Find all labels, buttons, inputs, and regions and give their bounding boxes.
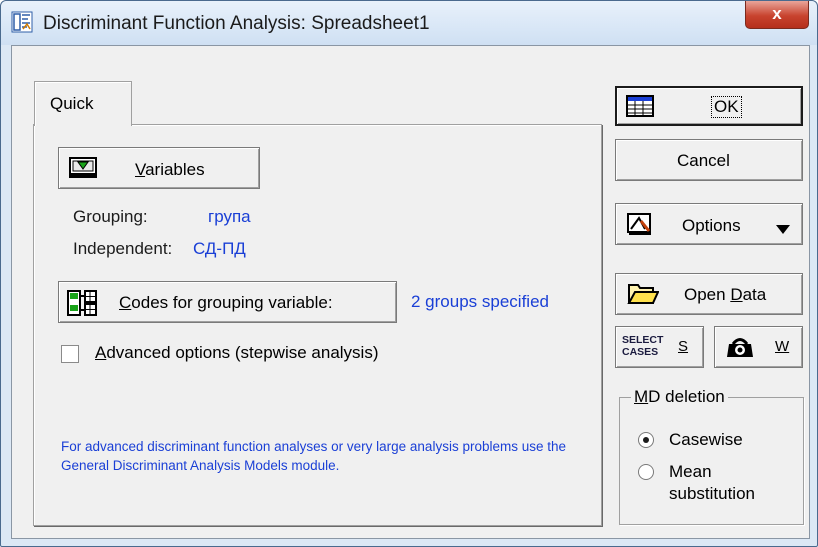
- independent-value: СД-ПД: [193, 239, 246, 258]
- independent-label: Independent:: [73, 239, 173, 258]
- weight-label: W: [775, 338, 790, 355]
- options-button[interactable]: Options: [615, 203, 803, 245]
- casewise-label[interactable]: Casewise: [669, 429, 743, 451]
- codes-grid-icon: [67, 290, 97, 321]
- open-data-button[interactable]: Open Data: [615, 273, 803, 315]
- advanced-note-text: For advanced discriminant function analy…: [61, 439, 566, 473]
- grouping-value: група: [208, 207, 251, 226]
- mean-substitution-label[interactable]: Mean substitution: [669, 461, 789, 505]
- close-button[interactable]: x: [745, 1, 809, 29]
- title-bar[interactable]: Discriminant Function Analysis: Spreadsh…: [1, 1, 817, 45]
- tab-quick[interactable]: Quick: [34, 81, 132, 126]
- variables-button-label: Variables: [135, 160, 205, 179]
- folder-open-icon: [627, 281, 660, 312]
- discriminant-analysis-icon: [11, 11, 33, 33]
- open-data-button-label: Open Data: [684, 285, 767, 304]
- tab-quick-label: Quick: [50, 94, 94, 113]
- dialog-window: Discriminant Function Analysis: Spreadsh…: [0, 0, 818, 547]
- options-button-label: Options: [682, 216, 741, 235]
- select-cases-label: S: [678, 338, 689, 355]
- window-title: Discriminant Function Analysis: Spreadsh…: [43, 13, 430, 34]
- ok-button-label: OK: [711, 96, 742, 118]
- spreadsheet-icon: [626, 95, 654, 122]
- md-deletion-title: MD deletion: [631, 387, 728, 407]
- codes-for-grouping-variable-button[interactable]: Codes for grouping variable:: [58, 281, 397, 323]
- advanced-options-label[interactable]: Advanced options (stepwise analysis): [95, 343, 379, 363]
- cancel-button[interactable]: Cancel: [615, 139, 803, 181]
- variables-button[interactable]: Variables: [58, 147, 260, 189]
- codes-button-label: Codes for grouping variable:: [119, 293, 333, 312]
- select-cases-icon-line1: SELECT: [622, 334, 664, 346]
- ok-button[interactable]: OK: [615, 86, 803, 126]
- triangle-down-icon: [776, 220, 790, 240]
- close-icon: x: [772, 4, 782, 23]
- weight-button[interactable]: W: [714, 326, 803, 368]
- casewise-radio[interactable]: [638, 432, 654, 448]
- select-cases-icon-line2: CASES: [622, 346, 659, 358]
- weight-icon: [725, 335, 755, 364]
- grouping-label: Grouping:: [73, 207, 148, 226]
- select-cases-icon: SELECT CASES: [622, 334, 663, 358]
- cancel-button-label: Cancel: [677, 151, 730, 170]
- advanced-options-checkbox[interactable]: [61, 345, 79, 363]
- mean-substitution-radio[interactable]: [638, 464, 654, 480]
- select-cases-button[interactable]: SELECT CASES S: [615, 326, 704, 368]
- groups-status: 2 groups specified: [411, 292, 549, 311]
- options-icon: [627, 213, 653, 242]
- variables-icon: [68, 156, 98, 185]
